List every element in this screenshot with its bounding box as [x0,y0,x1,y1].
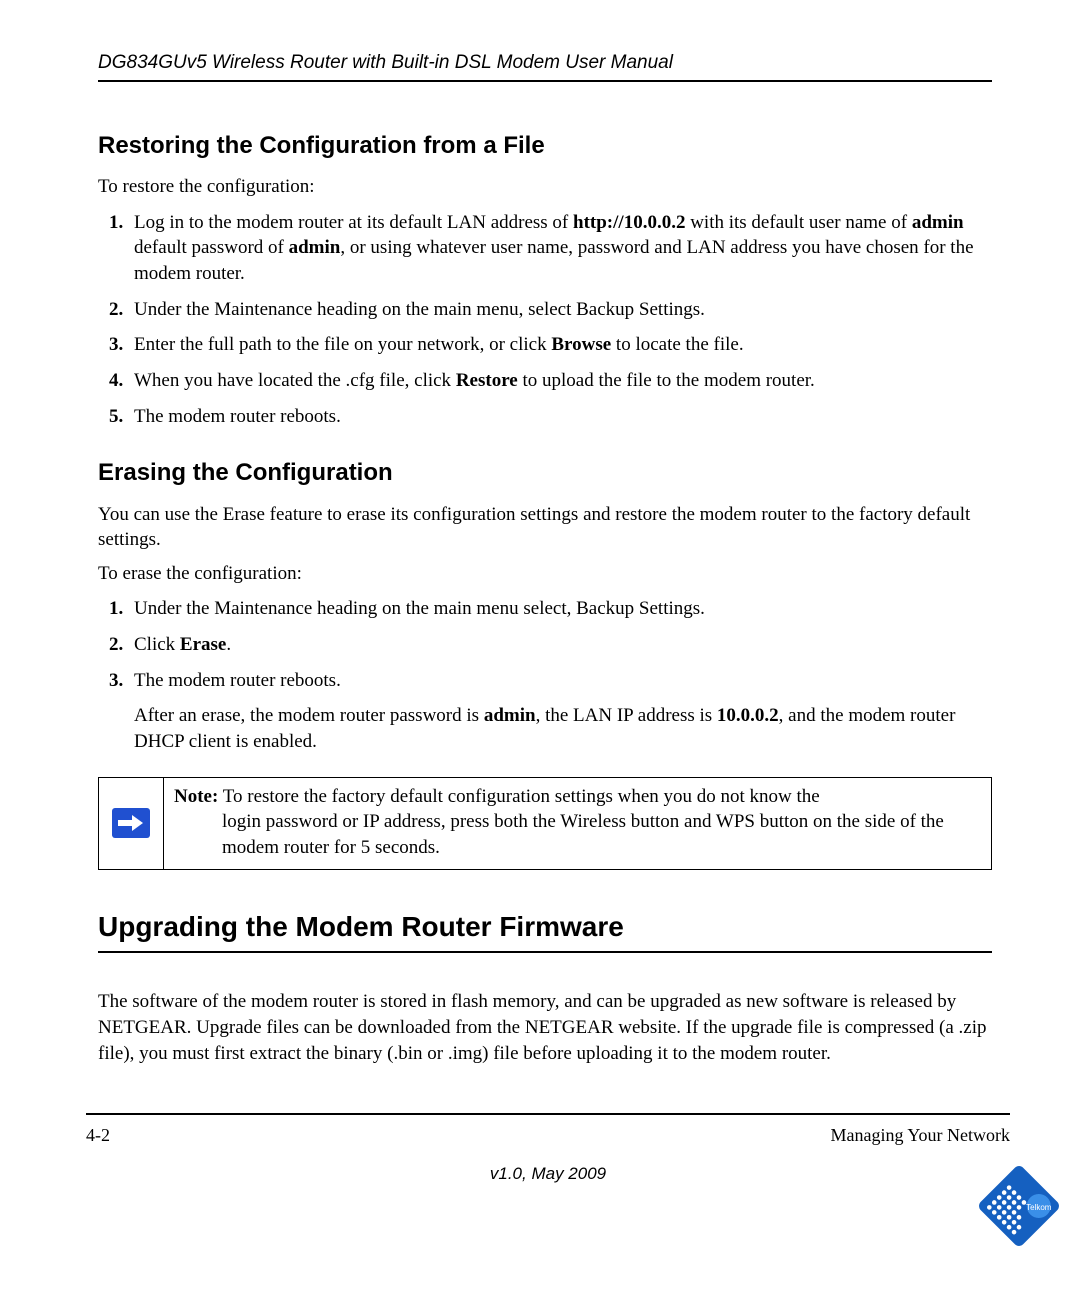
erase-step-2: Click Erase. [128,632,992,658]
note-first-line: To restore the factory default configura… [218,786,819,807]
restore-step-1: Log in to the modem router at its defaul… [128,210,992,287]
restore-step-4: When you have located the .cfg file, cli… [128,368,992,394]
restore-label: Restore [456,370,518,391]
heading-restoring: Restoring the Configuration from a File [98,130,992,162]
default-lan-url: http://10.0.0.2 [573,212,685,233]
restore-step-3: Enter the full path to the file on your … [128,332,992,358]
text-fragment: . [226,634,231,655]
default-password: admin [289,237,341,258]
text-fragment: Click [134,634,180,655]
page-footer: 4-2 Managing Your Network v1.0, May 2009 [86,1113,1010,1186]
upgrade-body: The software of the modem router is stor… [98,989,992,1066]
note-body-rest: login password or IP address, press both… [174,809,979,860]
text-fragment: default password of [134,237,289,258]
text-fragment: , the LAN IP address is [536,705,717,726]
erase-intro: To erase the configuration: [98,561,992,587]
page-number: 4-2 [86,1123,110,1147]
note-text: Note: To restore the factory default con… [164,778,991,869]
erase-step-3-sub: After an erase, the modem router passwor… [134,703,992,754]
version-date: v1.0, May 2009 [86,1163,1010,1186]
note-box: Note: To restore the factory default con… [98,777,992,870]
erase-intro-paragraph: You can use the Erase feature to erase i… [98,502,992,553]
text-fragment: Enter the full path to the file on your … [134,334,551,355]
erase-step-1: Under the Maintenance heading on the mai… [128,596,992,622]
note-label: Note: [174,786,218,807]
erase-label: Erase [180,634,226,655]
restore-step-2: Under the Maintenance heading on the mai… [128,297,992,323]
text-fragment: The modem router reboots. [134,670,341,691]
erase-step-3: The modem router reboots. After an erase… [128,668,992,755]
telkom-logo-icon: Telkom [976,1156,1062,1256]
text-fragment: to locate the file. [611,334,743,355]
text-fragment: with its default user name of [685,212,911,233]
browse-label: Browse [551,334,611,355]
text-fragment: to upload the file to the modem router. [518,370,815,391]
restore-intro: To restore the configuration: [98,174,992,200]
heading-erasing: Erasing the Configuration [98,457,992,489]
running-header: DG834GUv5 Wireless Router with Built-in … [98,50,992,82]
post-erase-ip: 10.0.0.2 [717,705,779,726]
text-fragment: When you have located the .cfg file, cli… [134,370,456,391]
post-erase-password: admin [484,705,536,726]
heading-upgrading: Upgrading the Modem Router Firmware [98,908,992,954]
text-fragment: Log in to the modem router at its defaul… [134,212,573,233]
document-page: DG834GUv5 Wireless Router with Built-in … [0,0,1080,1296]
restore-steps-list: Log in to the modem router at its defaul… [98,210,992,429]
text-fragment: After an erase, the modem router passwor… [134,705,484,726]
default-username: admin [912,212,964,233]
svg-text:Telkom: Telkom [1026,1203,1052,1212]
arrow-right-icon [112,808,150,838]
restore-step-5: The modem router reboots. [128,404,992,430]
chapter-title: Managing Your Network [831,1123,1011,1147]
erase-steps-list: Under the Maintenance heading on the mai… [98,596,992,754]
note-icon-cell [99,778,164,869]
